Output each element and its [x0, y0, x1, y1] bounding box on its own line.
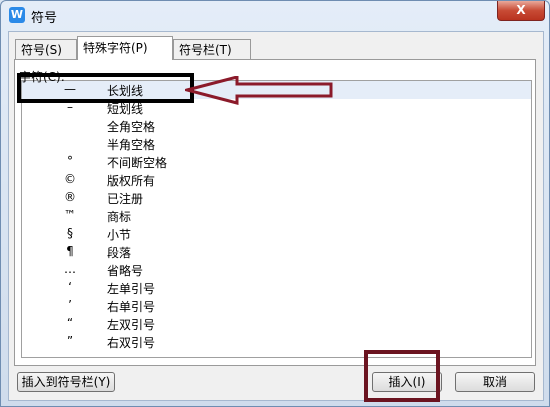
annotation-arrow-icon: [185, 76, 333, 105]
list-item-symbol: ”: [66, 334, 74, 348]
list-item-name: 左双引号: [107, 318, 156, 332]
list-item-name: 全角空格: [107, 120, 156, 134]
list-item[interactable]: ’ 右单引号: [22, 297, 531, 315]
list-item-symbol: °: [67, 154, 73, 168]
list-item[interactable]: ” 右双引号: [22, 333, 531, 351]
list-item-name: 省略号: [107, 264, 144, 278]
list-item[interactable]: 全角空格: [22, 117, 531, 135]
list-item-name: 段落: [107, 246, 132, 260]
list-item-name: 右双引号: [107, 336, 156, 350]
dialog-title: 符号: [31, 11, 58, 26]
list-item-symbol: ¶: [66, 244, 74, 258]
list-item[interactable]: 半角空格: [22, 135, 531, 153]
title-bar: W 符号 X: [1, 1, 549, 31]
list-item-name: 左单引号: [107, 282, 156, 296]
list-item[interactable]: ‘ 左单引号: [22, 279, 531, 297]
list-item-symbol: …: [64, 262, 76, 276]
app-icon: W: [9, 7, 25, 23]
list-item-symbol: §: [67, 226, 73, 240]
cancel-button[interactable]: 取消: [455, 372, 535, 392]
list-item[interactable]: ¶ 段落: [22, 243, 531, 261]
list-item-symbol: ‘: [68, 280, 72, 294]
list-item-name: 已注册: [107, 192, 144, 206]
list-item-symbol: ©: [64, 172, 76, 186]
list-item[interactable]: ™ 商标: [22, 207, 531, 225]
special-characters-list[interactable]: — 长划线 – 短划线 全角空格 半角空格 ° 不间断空格 © 版权所有 ® 已…: [21, 80, 532, 358]
tab-special-characters[interactable]: 特殊字符(P): [77, 36, 173, 60]
list-item-symbol: ™: [64, 208, 76, 222]
list-item-symbol: ®: [64, 190, 76, 204]
list-item[interactable]: … 省略号: [22, 261, 531, 279]
list-item[interactable]: © 版权所有: [22, 171, 531, 189]
tab-symbol-bar[interactable]: 符号栏(T): [173, 39, 251, 59]
annotation-insert-highlight: [364, 350, 440, 402]
list-item[interactable]: § 小节: [22, 225, 531, 243]
list-item[interactable]: “ 左双引号: [22, 315, 531, 333]
list-item-name: 不间断空格: [107, 156, 168, 170]
insert-to-symbol-bar-button[interactable]: 插入到符号栏(Y): [17, 372, 115, 392]
symbol-dialog: W 符号 X 符号(S) 特殊字符(P) 符号栏(T) 字符(C): — 长划线…: [0, 0, 550, 407]
list-item[interactable]: ® 已注册: [22, 189, 531, 207]
tab-symbols[interactable]: 符号(S): [15, 39, 77, 59]
list-item-name: 商标: [107, 210, 132, 224]
list-item-name: 版权所有: [107, 174, 156, 188]
list-item-symbol: “: [66, 316, 74, 330]
list-item-name: 小节: [107, 228, 132, 242]
list-item-name: 半角空格: [107, 138, 156, 152]
close-button[interactable]: X: [497, 1, 545, 21]
list-item[interactable]: ° 不间断空格: [22, 153, 531, 171]
list-item-name: 右单引号: [107, 300, 156, 314]
annotation-highlight-box: [17, 73, 194, 103]
list-item-symbol: ’: [68, 298, 72, 312]
